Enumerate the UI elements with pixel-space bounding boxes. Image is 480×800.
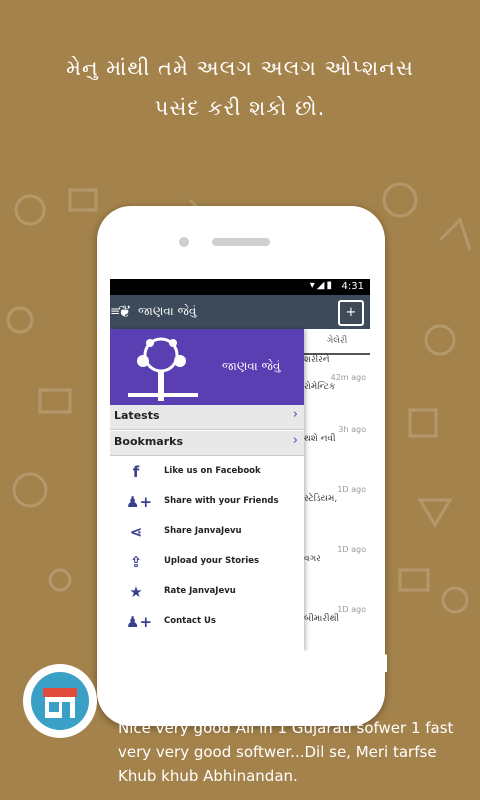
drawer-item-share-friends[interactable]: ♟+ Share with your Friends xyxy=(110,487,304,517)
drawer-item-label: Share with your Friends xyxy=(164,496,279,506)
chevron-right-icon: › xyxy=(292,407,298,422)
drawer-item-upload[interactable]: ⇪ Upload your Stories xyxy=(110,547,304,577)
drawer-section-bookmarks[interactable]: Bookmarks › xyxy=(110,431,304,456)
contact-icon: ♟+ xyxy=(126,613,153,631)
app-title: જાણવા જેવું xyxy=(138,304,197,318)
feed-text: શરીરને xyxy=(304,355,330,365)
signal-battery-icon: ▾◢▮ xyxy=(309,280,334,291)
drawer-header: જાણવા જેવું xyxy=(110,329,304,405)
feed-time: 1D ago xyxy=(337,605,366,614)
promo-headline: મેનુ માંથી તમે અલગ અલગ ઓપ્શનસ પસંદ કરી શ… xyxy=(0,48,480,128)
section-label: Latests xyxy=(114,409,160,422)
list-item[interactable]: 3h ago થશે નવી xyxy=(304,425,370,444)
feed-text: વગર xyxy=(304,554,321,564)
reviewer-name: Devngi photoart Digital xyxy=(120,652,390,678)
status-time: 4:31 xyxy=(341,281,364,292)
drawer-item-label: Rate JanvaJevu xyxy=(164,586,236,596)
navigation-drawer: જાણવા જેવું Latests › Bookmarks › f Like… xyxy=(110,329,304,651)
phone-speaker xyxy=(212,238,270,246)
news-feed: શરીરને 42m ago રોમેન્ટિક 3h ago થશે નવી … xyxy=(304,355,370,651)
phone-mockup: ▾◢▮ 4:31 ≡ ❦ જાણવા જેવું + ગેલેરી શરીરને… xyxy=(97,206,385,726)
drawer-item-label: Like us on Facebook xyxy=(164,466,261,476)
feed-time: 3h ago xyxy=(338,425,366,434)
drawer-item-rate[interactable]: ★ Rate JanvaJevu xyxy=(110,577,304,607)
feed-text: બીમારીથી xyxy=(304,614,340,624)
review-text: Nice very good All in 1 Gujarati sofwer … xyxy=(118,719,454,785)
phone-camera xyxy=(179,237,189,247)
list-item[interactable]: 1D ago બીમારીથી xyxy=(304,605,370,624)
facebook-icon: f xyxy=(132,463,140,481)
status-bar: ▾◢▮ 4:31 xyxy=(110,279,370,295)
chevron-right-icon: › xyxy=(292,433,298,448)
drawer-item-label: Upload your Stories xyxy=(164,556,260,566)
tab-gallery[interactable]: ગેલેરી xyxy=(304,329,370,355)
app-bar: ≡ ❦ જાણવા જેવું + xyxy=(110,295,370,329)
tree-logo-icon xyxy=(128,337,198,401)
headline-line-1: મેનુ માંથી તમે અલગ અલગ ઓપ્શનસ xyxy=(66,56,414,80)
feed-time: 42m ago xyxy=(330,373,366,382)
drawer-item-label: Contact Us xyxy=(164,616,216,626)
star-icon: ★ xyxy=(129,583,143,601)
section-label: Bookmarks xyxy=(114,435,183,448)
store-avatar xyxy=(23,664,97,738)
list-item[interactable]: 42m ago રોમેન્ટિક xyxy=(304,373,370,392)
drawer-item-share-app[interactable]: ⋖ Share JanvaJevu xyxy=(110,517,304,547)
share-icon: ⋖ xyxy=(129,523,143,541)
rating-stars: ★★★★★ xyxy=(120,688,231,709)
phone-screen: ▾◢▮ 4:31 ≡ ❦ જાણવા જેવું + ગેલેરી શરીરને… xyxy=(110,279,370,651)
list-item[interactable]: 1D ago વગર xyxy=(304,545,370,564)
add-user-icon: ♟+ xyxy=(126,493,153,511)
drawer-item-label: Share JanvaJevu xyxy=(164,526,242,536)
feed-text: સ્ટેડિયમ, xyxy=(304,494,338,504)
drawer-item-facebook[interactable]: f Like us on Facebook xyxy=(110,457,304,487)
list-item[interactable]: 1D ago સ્ટેડિયમ, xyxy=(304,485,370,504)
upload-icon: ⇪ xyxy=(129,553,143,571)
drawer-brand: જાણવા જેવું xyxy=(222,359,281,373)
list-item[interactable]: શરીરને xyxy=(304,355,370,365)
store-icon xyxy=(43,688,77,718)
drawer-section-latests[interactable]: Latests › xyxy=(110,405,304,430)
feed-text: થશે નવી xyxy=(304,434,336,444)
feed-text: રોમેન્ટિક xyxy=(304,382,336,392)
feed-time: 1D ago xyxy=(337,485,366,494)
tree-logo-icon: ❦ xyxy=(118,302,132,321)
add-post-icon[interactable]: + xyxy=(338,300,364,326)
drawer-item-contact[interactable]: ♟+ Contact Us xyxy=(110,607,304,637)
headline-line-2: પસંદ કરી શકો છો. xyxy=(154,96,326,120)
feed-time: 1D ago xyxy=(337,545,366,554)
